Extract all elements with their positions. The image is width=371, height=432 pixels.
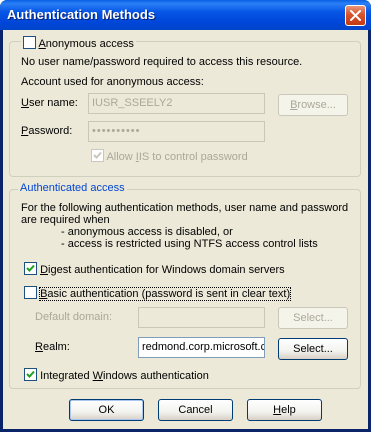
password-label: Password:: [21, 125, 73, 137]
default-domain-field[interactable]: [138, 307, 265, 328]
integrated-checkbox-row[interactable]: Integrated Windows authentication: [24, 368, 209, 382]
integrated-checkbox[interactable]: [24, 368, 37, 381]
checkmark-icon: [26, 264, 35, 272]
default-domain-label: Default domain:: [35, 311, 113, 323]
close-icon: [350, 10, 361, 21]
basic-label: Basic authentication (password is sent i…: [39, 287, 292, 301]
ok-button[interactable]: OK: [69, 399, 144, 421]
digest-label: Digest authentication for Windows domain…: [40, 264, 285, 276]
anonymous-access-label: Anonymous access: [38, 38, 134, 50]
authentication-methods-dialog: Authentication Methods Anonymous access …: [0, 0, 371, 432]
dialog-client-area: Anonymous access No user name/password r…: [3, 30, 368, 429]
auth-description-line-4: - access is restricted using NTFS access…: [61, 238, 318, 250]
select-domain-button[interactable]: Select...: [278, 307, 348, 329]
auth-description-line-3: - anonymous access is disabled, or: [61, 226, 233, 238]
auth-description-line-1: For the following authentication methods…: [21, 202, 349, 214]
digest-checkbox-row[interactable]: Digest authentication for Windows domain…: [24, 262, 285, 276]
anonymous-info-text: No user name/password required to access…: [21, 56, 303, 68]
password-field[interactable]: ••••••••••: [88, 121, 265, 142]
realm-field[interactable]: redmond.corp.microsoft.c: [138, 337, 265, 358]
select-realm-button[interactable]: Select...: [278, 338, 348, 360]
digest-checkbox[interactable]: [24, 262, 37, 275]
basic-checkbox[interactable]: [24, 286, 37, 299]
allow-iis-label: Allow IIS to control password: [106, 151, 248, 163]
allow-iis-checkbox-row[interactable]: Allow IIS to control password: [91, 149, 248, 163]
checkmark-icon: [26, 370, 35, 378]
anonymous-access-checkbox-row[interactable]: Anonymous access: [21, 36, 136, 50]
cancel-button[interactable]: Cancel: [158, 399, 233, 421]
integrated-label: Integrated Windows authentication: [40, 370, 209, 382]
username-label: User name:: [21, 97, 78, 109]
anonymous-access-checkbox[interactable]: [23, 36, 36, 49]
auth-description-line-2: are required when: [21, 214, 110, 226]
checkmark-icon: [93, 151, 102, 159]
authenticated-access-legend: Authenticated access: [18, 182, 127, 194]
close-button[interactable]: [345, 5, 366, 26]
account-heading: Account used for anonymous access:: [21, 76, 204, 88]
help-button[interactable]: Help: [247, 399, 322, 421]
dialog-title: Authentication Methods: [7, 7, 156, 22]
username-field[interactable]: IUSR_SSEELY2: [88, 93, 265, 114]
browse-button[interactable]: Browse...: [278, 94, 348, 116]
allow-iis-checkbox[interactable]: [91, 149, 104, 162]
title-bar[interactable]: Authentication Methods: [0, 0, 371, 30]
realm-label: Realm:: [35, 341, 70, 353]
basic-checkbox-row[interactable]: Basic authentication (password is sent i…: [24, 286, 292, 301]
